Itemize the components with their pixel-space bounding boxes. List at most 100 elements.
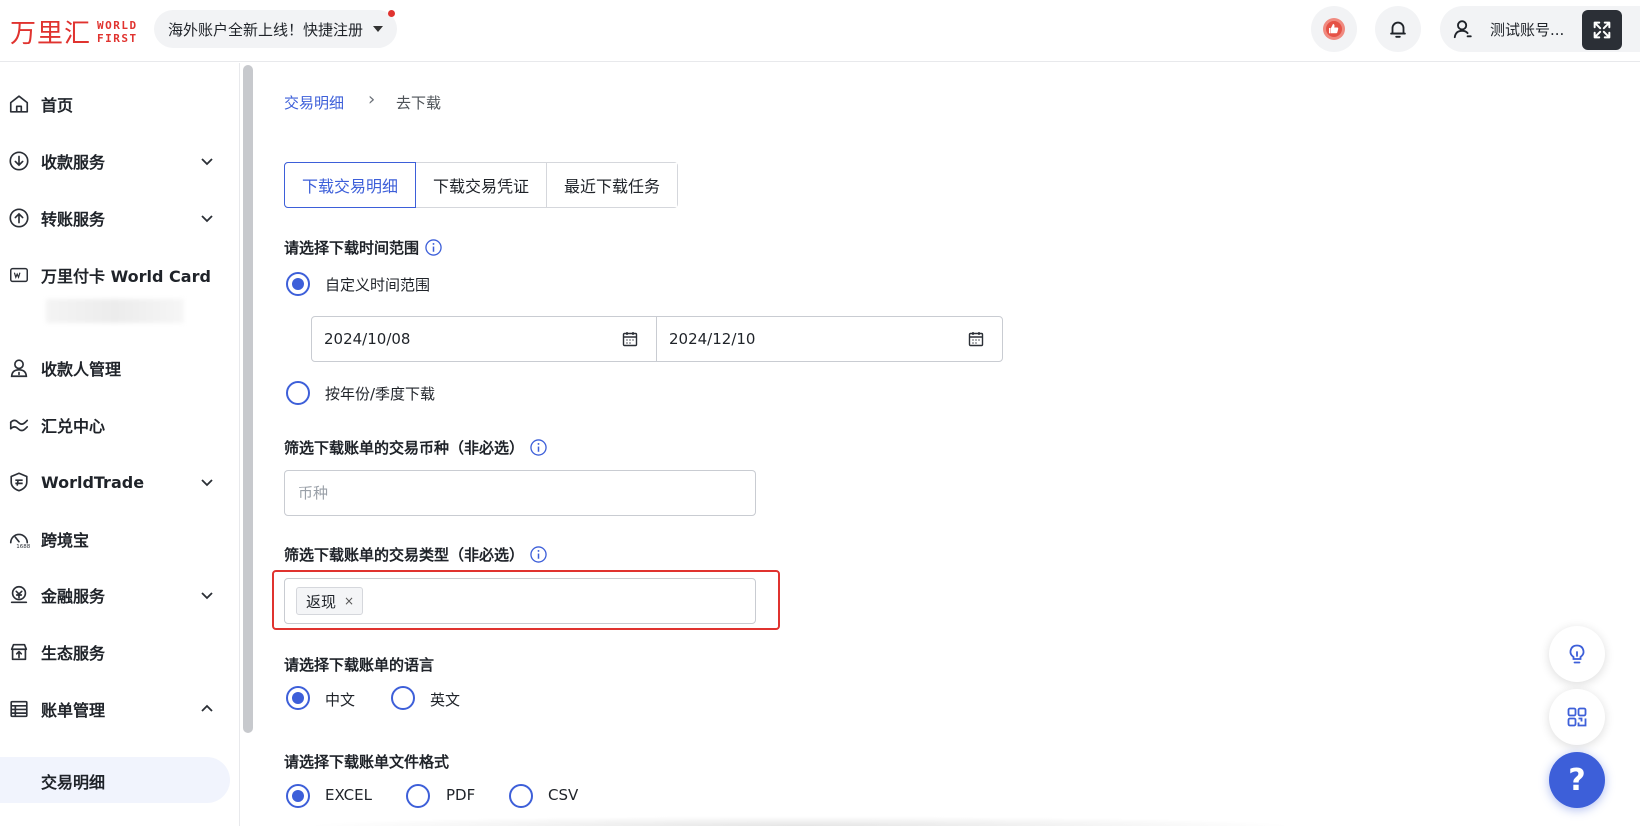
info-icon[interactable] <box>530 546 547 563</box>
user-name: 测试账号... <box>1490 20 1565 39</box>
sidebar-item-transactions[interactable]: 交易明细 <box>0 757 230 803</box>
sidebar-item-label: 跨境宝 <box>41 531 90 550</box>
radio-language-english[interactable] <box>391 686 415 710</box>
breadcrumb-current: 去下载 <box>396 94 442 112</box>
radio-format-csv[interactable] <box>509 784 533 808</box>
selected-type-tag-label: 返现 <box>306 592 337 611</box>
sidebar-item-bills[interactable]: 账单管理 <box>0 687 230 731</box>
thumbs-up-icon <box>1323 18 1345 40</box>
sidebar-item-label: 生态服务 <box>41 644 106 663</box>
selected-type-tag[interactable]: 返现 × <box>296 587 364 615</box>
exchange-icon <box>8 414 30 436</box>
end-date-field[interactable]: 2024/12/10 <box>657 317 1002 361</box>
radio-language-english-label: 英文 <box>430 691 461 709</box>
logo-cn-text: 万里汇 <box>10 19 92 49</box>
radio-format-excel-label: EXCEL <box>325 786 372 804</box>
tips-button[interactable] <box>1549 626 1605 682</box>
time-range-title: 请选择下载时间范围 <box>284 237 442 258</box>
worldfirst-logo[interactable]: 万里汇 WORLD FIRST <box>10 13 138 50</box>
format-title-text: 请选择下载账单文件格式 <box>284 753 450 771</box>
fullscreen-button[interactable] <box>1582 10 1622 50</box>
sidebar-item-payees[interactable]: 收款人管理 <box>0 346 230 390</box>
radio-language-chinese[interactable] <box>286 686 310 710</box>
chevron-down-icon <box>198 152 216 170</box>
radio-format-excel[interactable] <box>286 784 310 808</box>
sidebar-item-receive[interactable]: 收款服务 <box>0 139 230 183</box>
sidebar-item-label: 万里付卡 World Card <box>41 267 211 286</box>
download-tabs: 下载交易明细 下载交易凭证 最近下载任务 <box>284 162 679 208</box>
finance-icon <box>8 584 30 606</box>
calendar-icon <box>622 332 638 347</box>
breadcrumb-parent-link[interactable]: 交易明细 <box>284 92 344 113</box>
radio-language-chinese-label: 中文 <box>325 691 356 709</box>
top-header: 万里汇 WORLD FIRST 海外账户全新上线！快捷注册 测试账号... <box>0 0 1640 62</box>
sidebar-item-label: 首页 <box>41 96 74 115</box>
sidebar-item-label: WorldTrade <box>41 472 145 492</box>
transfer-icon <box>8 207 30 229</box>
calendar-icon <box>968 332 984 347</box>
sidebar-item-exchange[interactable]: 汇兑中心 <box>0 403 230 447</box>
expand-arrows-icon <box>1593 21 1611 39</box>
currency-select-input[interactable] <box>284 470 756 516</box>
thumbs-up-button[interactable] <box>1311 6 1357 52</box>
help-button[interactable]: ? <box>1549 752 1605 808</box>
type-filter-title: 筛选下载账单的交易类型（非必选） <box>284 544 547 565</box>
svg-text:1688: 1688 <box>16 544 30 550</box>
chevron-down-icon <box>198 473 216 491</box>
sidebar-item-transfer[interactable]: 转账服务 <box>0 196 230 240</box>
info-icon[interactable] <box>530 439 547 456</box>
promo-dropdown[interactable]: 海外账户全新上线！快捷注册 <box>154 10 398 48</box>
promo-text: 海外账户全新上线！快捷注册 <box>168 20 364 39</box>
blurred-card-info <box>46 299 184 323</box>
chevron-up-icon <box>198 700 216 718</box>
sidebar-item-label: 收款人管理 <box>41 360 122 379</box>
tab-recent-tasks[interactable]: 最近下载任务 <box>547 163 678 207</box>
radio-period-download[interactable] <box>286 381 310 405</box>
sidebar-item-label: 转账服务 <box>41 210 106 229</box>
user-icon <box>1453 20 1472 39</box>
caret-down-icon <box>373 26 384 32</box>
chevron-down-icon <box>198 209 216 227</box>
breadcrumb-separator-icon: › <box>368 89 376 110</box>
notification-dot <box>388 10 396 17</box>
tab-download-vouchers[interactable]: 下载交易凭证 <box>416 163 548 207</box>
notification-button[interactable] <box>1375 6 1421 52</box>
logo-en-text: WORLD FIRST <box>97 19 138 45</box>
radio-custom-range-label: 自定义时间范围 <box>325 276 431 294</box>
language-title-text: 请选择下载账单的语言 <box>284 656 435 674</box>
info-icon[interactable] <box>425 239 442 256</box>
sidebar-item-kuajingbao[interactable]: 1688 跨境宝 <box>0 517 230 561</box>
sidebar-item-label: 交易明细 <box>41 773 106 792</box>
currency-filter-title-text: 筛选下载账单的交易币种（非必选） <box>284 439 525 457</box>
sidebar-item-home[interactable]: 首页 <box>0 82 230 126</box>
close-icon[interactable]: × <box>344 594 354 608</box>
question-mark-icon: ? <box>1568 762 1586 798</box>
card-icon <box>8 264 30 286</box>
sidebar-item-label: 收款服务 <box>41 153 106 172</box>
start-date-value: 2024/10/08 <box>324 330 411 348</box>
qr-code-button[interactable] <box>1549 689 1605 745</box>
sidebar-item-label: 汇兑中心 <box>41 417 106 436</box>
currency-filter-title: 筛选下载账单的交易币种（非必选） <box>284 437 547 458</box>
speedometer-icon: 1688 <box>8 528 30 550</box>
radio-custom-range[interactable] <box>286 272 310 296</box>
sidebar-scrollbar[interactable] <box>243 65 253 733</box>
sidebar-item-world-card[interactable]: 万里付卡 World Card <box>0 253 230 297</box>
sidebar-item-label: 账单管理 <box>41 701 106 720</box>
lightbulb-icon <box>1569 644 1585 664</box>
logo-en-line2: FIRST <box>97 31 138 45</box>
tab-download-transactions[interactable]: 下载交易明细 <box>284 162 417 208</box>
sidebar-item-ecosystem[interactable]: 生态服务 <box>0 630 230 674</box>
ecosystem-icon <box>8 641 30 663</box>
bell-icon <box>1390 21 1406 38</box>
sidebar-item-worldtrade[interactable]: WorldTrade <box>0 460 230 504</box>
radio-format-csv-label: CSV <box>548 786 579 804</box>
sidebar-item-finance[interactable]: 金融服务 <box>0 573 230 617</box>
bill-icon <box>8 698 30 720</box>
start-date-field[interactable]: 2024/10/08 <box>312 317 657 361</box>
radio-format-pdf-label: PDF <box>446 786 476 804</box>
radio-format-pdf[interactable] <box>406 784 430 808</box>
format-title: 请选择下载账单文件格式 <box>284 751 449 772</box>
chevron-down-icon <box>198 586 216 604</box>
shield-icon <box>8 471 30 493</box>
